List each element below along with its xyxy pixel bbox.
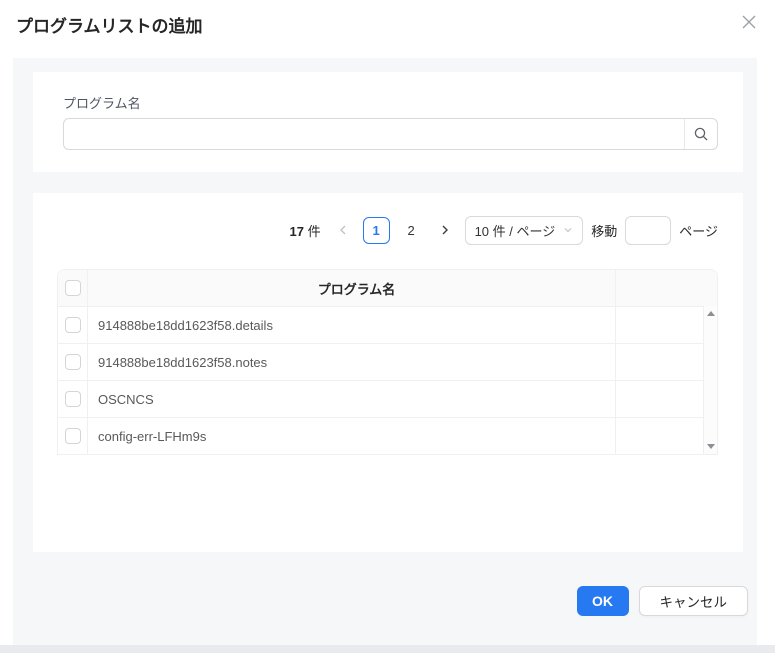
page-size-value: 10 件 / ページ [475,221,556,240]
program-name-cell: 914888be18dd1623f58.details [88,318,615,333]
program-table: プログラム名 914888be18dd1623f58.details 91488… [57,269,718,455]
row-checkbox-cell [58,307,88,343]
search-button[interactable] [684,119,717,149]
search-icon [693,126,709,142]
backdrop-strip [0,645,775,653]
row-checkbox-cell [58,418,88,454]
program-name-input[interactable] [64,119,684,149]
table-row: 914888be18dd1623f58.notes [58,343,717,380]
program-name-cell: 914888be18dd1623f58.notes [88,355,615,370]
table-header-row: プログラム名 [58,270,717,306]
dialog-footer: OK キャンセル [577,586,749,616]
program-name-cell: OSCNCS [88,392,615,407]
row-checkbox[interactable] [65,317,81,333]
cancel-button[interactable]: キャンセル [639,586,749,616]
column-header-extra [615,270,717,306]
row-extra-cell [615,344,717,380]
select-all-checkbox[interactable] [65,280,81,296]
row-extra-cell [615,307,717,343]
row-checkbox[interactable] [65,391,81,407]
program-name-label: プログラム名 [63,93,141,112]
total-count: 17 件 [289,221,320,240]
next-page-button[interactable] [433,217,457,244]
goto-page-input[interactable] [625,216,671,245]
scroll-up-icon[interactable] [707,311,715,316]
page-button-2[interactable]: 2 [398,217,425,244]
close-icon [740,13,758,31]
row-checkbox[interactable] [65,428,81,444]
chevron-down-icon [563,225,573,235]
program-name-cell: config-err-LFHm9s [88,429,615,444]
table-scrollbar[interactable] [703,306,717,454]
header-checkbox-cell [58,270,88,306]
chevron-right-icon [439,224,451,236]
table-row: OSCNCS [58,380,717,417]
close-button[interactable] [735,8,763,36]
search-panel: プログラム名 [33,72,743,172]
scroll-down-icon[interactable] [707,444,715,449]
page-size-select[interactable]: 10 件 / ページ [465,216,584,245]
row-extra-cell [615,381,717,417]
table-row: config-err-LFHm9s [58,417,717,454]
pagination: 17 件 1 2 10 件 / ページ 移動 ページ [289,215,718,245]
prev-page-button[interactable] [331,217,355,244]
goto-suffix-label: ページ [679,221,718,240]
row-checkbox-cell [58,344,88,380]
table-row: 914888be18dd1623f58.details [58,306,717,343]
page-title: プログラムリストの追加 [16,12,203,37]
column-header-program-name: プログラム名 [88,279,615,298]
row-extra-cell [615,418,717,454]
list-panel: 17 件 1 2 10 件 / ページ 移動 ページ プログラム名 [33,193,743,552]
page-button-1[interactable]: 1 [363,217,390,244]
ok-button[interactable]: OK [577,586,629,616]
search-input-group [63,118,718,150]
row-checkbox-cell [58,381,88,417]
chevron-left-icon [337,224,349,236]
row-checkbox[interactable] [65,354,81,370]
goto-label: 移動 [591,221,617,240]
